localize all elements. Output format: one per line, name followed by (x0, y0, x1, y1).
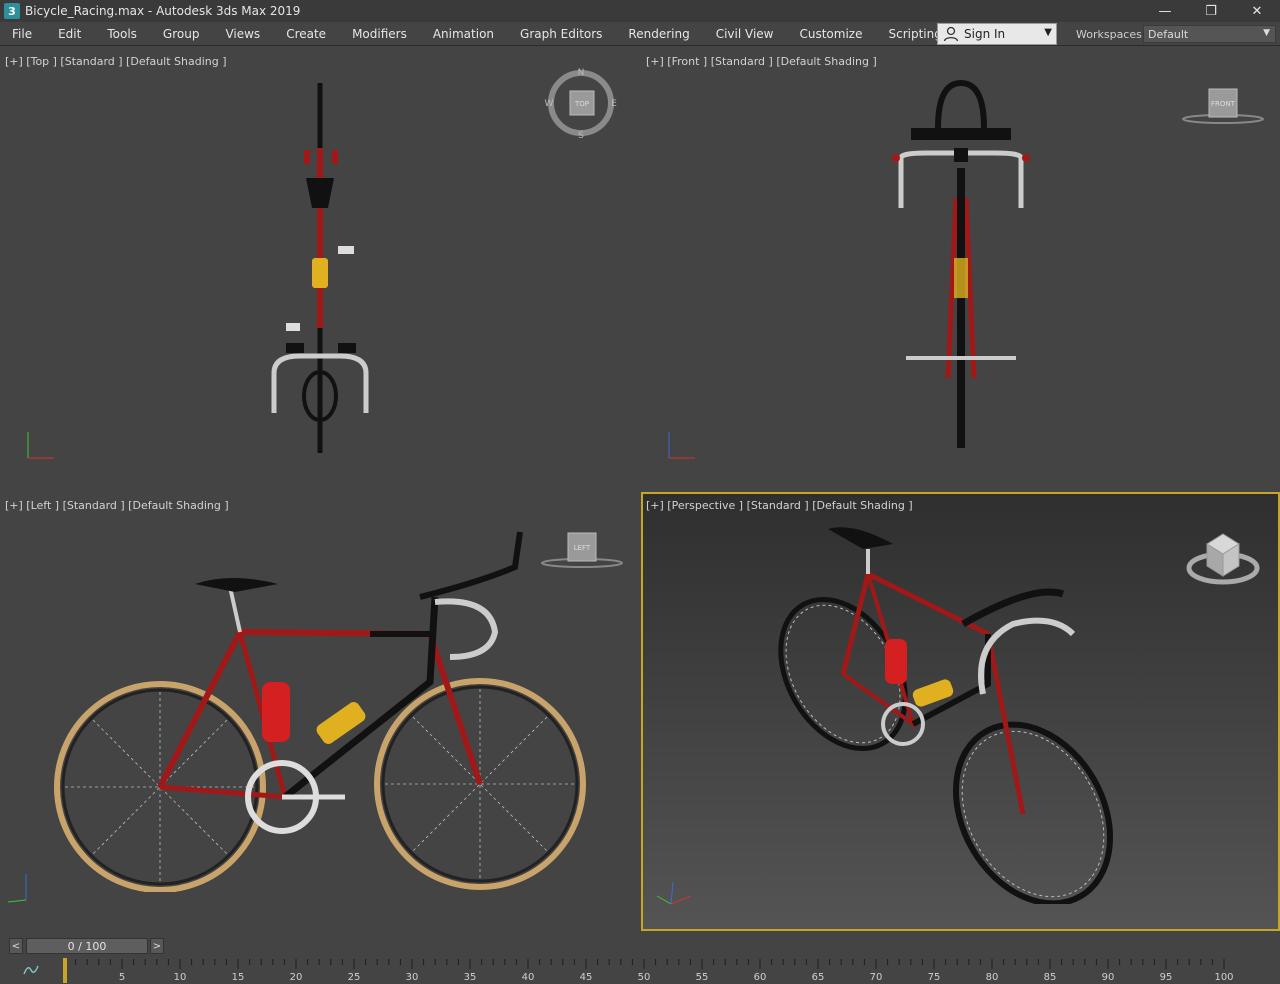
time-slider-bar: < 0 / 100 > (0, 933, 1280, 957)
viewcube-perspective[interactable] (1185, 524, 1261, 588)
chevron-down-icon: ▼ (1044, 27, 1052, 38)
ruler-label: 40 (522, 972, 535, 983)
ruler-label: 80 (986, 972, 999, 983)
menu-edit[interactable]: Edit (45, 22, 94, 46)
compass-n: N (578, 68, 585, 78)
current-frame-marker[interactable] (63, 958, 67, 983)
menu-create[interactable]: Create (273, 22, 339, 46)
time-slider[interactable]: 0 / 100 (26, 938, 148, 954)
compass-s: S (578, 131, 584, 141)
ruler-label: 70 (870, 972, 883, 983)
menu-bar: File Edit Tools Group Views Create Modif… (0, 22, 1280, 46)
sign-in-button[interactable]: Sign In ▼ (937, 23, 1057, 45)
user-icon (942, 25, 960, 43)
ruler-label: 50 (638, 972, 651, 983)
workspaces-dropdown[interactable]: Default ▼ (1143, 25, 1276, 43)
ruler-label: 45 (580, 972, 593, 983)
ruler-label: 90 (1102, 972, 1115, 983)
compass-e: E (611, 99, 617, 109)
chevron-down-icon: ▼ (1263, 28, 1270, 38)
ruler-label: 75 (928, 972, 941, 983)
viewport-label[interactable]: [+] [Front ] [Standard ] [Default Shadin… (646, 55, 877, 68)
frame-ruler[interactable]: 0510152025303540455055606570758085909510… (63, 957, 1280, 984)
ruler-label: 5 (119, 972, 125, 983)
menu-modifiers[interactable]: Modifiers (339, 22, 420, 46)
ruler-label: 55 (696, 972, 709, 983)
menu-animation[interactable]: Animation (420, 22, 507, 46)
window-title: Bicycle_Racing.max - Autodesk 3ds Max 20… (25, 4, 301, 18)
viewport-top[interactable]: [+] [Top ] [Standard ] [Default Shading … (0, 48, 638, 486)
ruler-label: 100 (1214, 972, 1233, 983)
menu-customize[interactable]: Customize (786, 22, 875, 46)
menu-rendering[interactable]: Rendering (615, 22, 702, 46)
ruler-label: 20 (290, 972, 303, 983)
title-bar: 3 Bicycle_Racing.max - Autodesk 3ds Max … (0, 0, 1280, 22)
cube-face-label: TOP (574, 100, 589, 108)
close-button[interactable]: ✕ (1234, 0, 1280, 22)
bicycle-model-front[interactable] (886, 78, 1036, 458)
window-controls: — ❐ ✕ (1142, 0, 1280, 22)
viewcube-front[interactable]: FRONT (1181, 84, 1265, 126)
menu-civil-view[interactable]: Civil View (703, 22, 787, 46)
viewport-perspective[interactable]: [+] [Perspective ] [Standard ] [Default … (641, 492, 1280, 931)
axis-tripod-icon (7, 874, 27, 903)
workspaces-label: Workspaces: (1076, 27, 1146, 41)
ruler-label: 15 (232, 972, 245, 983)
ruler-label: 10 (174, 972, 187, 983)
axis-tripod-icon (656, 881, 692, 905)
app-logo-icon[interactable]: 3 (4, 3, 20, 19)
next-frame-button[interactable]: > (150, 938, 164, 954)
curve-editor-icon[interactable] (22, 962, 40, 978)
menu-graph-editors[interactable]: Graph Editors (507, 22, 615, 46)
menu-tools[interactable]: Tools (94, 22, 150, 46)
viewport-label[interactable]: [+] [Left ] [Standard ] [Default Shading… (5, 499, 229, 512)
ruler-label: 25 (348, 972, 361, 983)
viewport-left[interactable]: [+] [Left ] [Standard ] [Default Shading… (0, 492, 638, 931)
viewcube-top[interactable]: TOP N S E W (544, 64, 620, 144)
menu-file[interactable]: File (0, 22, 45, 46)
ruler-label: 95 (1160, 972, 1173, 983)
ruler-label: 85 (1044, 972, 1057, 983)
prev-frame-button[interactable]: < (9, 938, 23, 954)
cube-face-label: FRONT (1211, 100, 1236, 108)
bicycle-model-perspective[interactable] (773, 524, 1143, 904)
viewport-front[interactable]: [+] [Front ] [Standard ] [Default Shadin… (641, 48, 1280, 486)
viewport-label[interactable]: [+] [Perspective ] [Standard ] [Default … (646, 499, 913, 512)
axis-tripod-icon (668, 432, 695, 459)
compass-w: W (545, 99, 554, 109)
menu-group[interactable]: Group (150, 22, 213, 46)
restore-button[interactable]: ❐ (1188, 0, 1234, 22)
track-bar[interactable]: 0510152025303540455055606570758085909510… (0, 957, 1280, 984)
minimize-button[interactable]: — (1142, 0, 1188, 22)
workspace-value: Default (1148, 27, 1189, 41)
viewport-label[interactable]: [+] [Top ] [Standard ] [Default Shading … (5, 55, 227, 68)
sign-in-label: Sign In (964, 27, 1006, 41)
ruler-label: 35 (464, 972, 477, 983)
ruler-label: 30 (406, 972, 419, 983)
ruler-label: 60 (754, 972, 767, 983)
axis-tripod-icon (27, 432, 54, 459)
menu-views[interactable]: Views (212, 22, 273, 46)
ruler-label: 65 (812, 972, 825, 983)
bicycle-model-left[interactable] (50, 522, 595, 892)
bicycle-model-top[interactable] (260, 78, 380, 458)
